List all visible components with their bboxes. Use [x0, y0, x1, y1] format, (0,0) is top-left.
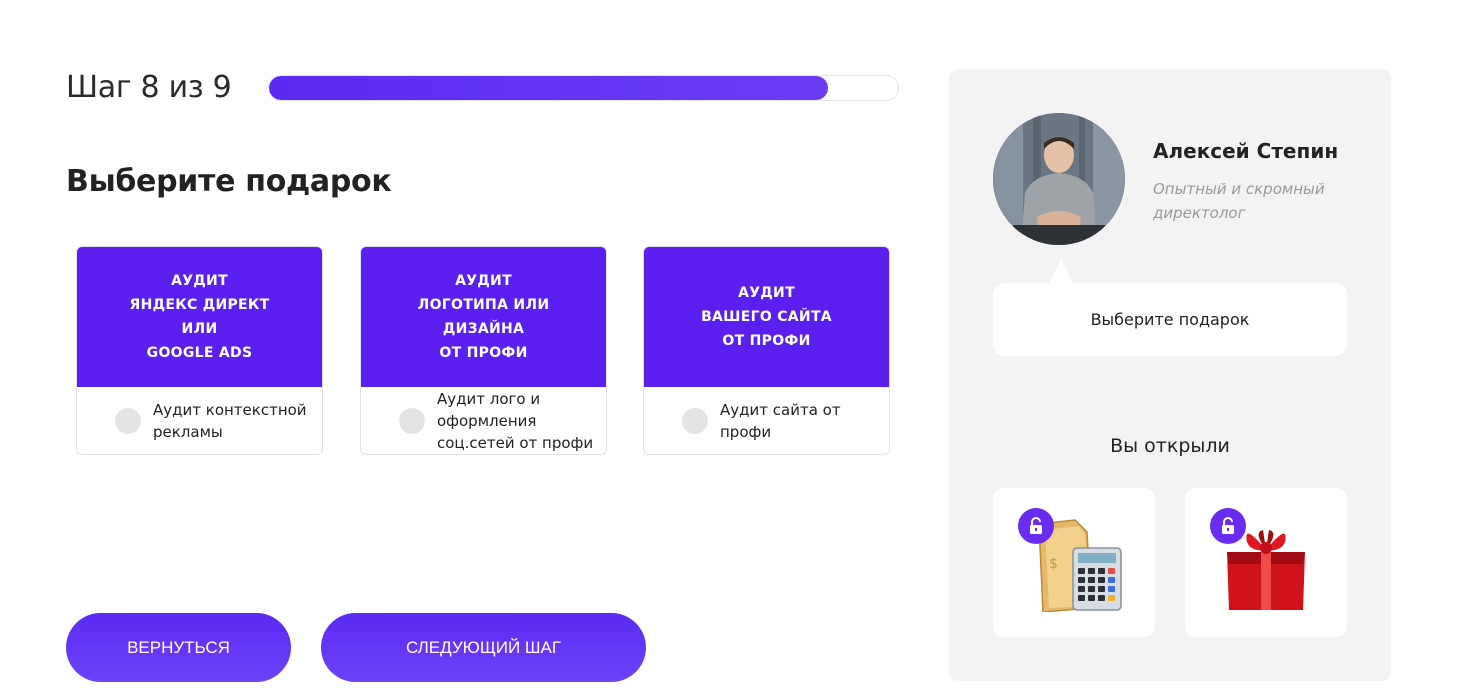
- caption-line: соц.сетей от профи: [437, 434, 594, 452]
- caption-line: оформления: [437, 412, 537, 430]
- gift-option-image: Аудит Яндекс Директ или Google Ads: [77, 247, 322, 387]
- caption-line: Аудит контекстной: [153, 401, 307, 419]
- image-text-line: Google Ads: [146, 345, 253, 361]
- gift-option-image: Аудит вашего сайта от профи: [644, 247, 889, 387]
- gift-option-context-audit[interactable]: Аудит Яндекс Директ или Google Ads Аудит…: [76, 246, 323, 455]
- expert-panel: Алексей Степин Опытный и скромный директ…: [949, 69, 1391, 681]
- unlocked-gift-2: [1185, 488, 1347, 637]
- unlock-icon: [1018, 508, 1054, 544]
- option-caption: Аудит лого и оформления соц.сетей от про…: [437, 388, 593, 454]
- gift-option-site-audit[interactable]: Аудит вашего сайта от профи Аудит сайта …: [643, 246, 890, 455]
- next-step-button[interactable]: Следующий шаг: [321, 613, 646, 682]
- back-button[interactable]: Вернуться: [66, 613, 291, 682]
- expert-name: Алексей Степин: [1153, 139, 1339, 163]
- image-text-line: дизайна: [442, 321, 525, 337]
- progress-fill: [269, 76, 828, 100]
- caption-line: профи: [720, 423, 772, 441]
- svg-text:$: $: [1049, 556, 1058, 572]
- caption-line: Аудит сайта от: [720, 401, 841, 419]
- image-text-line: Аудит: [455, 273, 512, 289]
- image-text-line: Яндекс Директ: [129, 297, 270, 313]
- unlocked-gift-1: $: [993, 488, 1155, 637]
- step-label: Шаг 8 из 9: [66, 70, 232, 105]
- option-caption: Аудит контекстной рекламы: [153, 399, 307, 443]
- image-text-line: вашего сайта: [701, 309, 832, 325]
- image-text-line: от профи: [722, 333, 811, 349]
- unlock-icon: [1210, 508, 1246, 544]
- gift-option-image: Аудит логотипа или дизайна от профи: [361, 247, 606, 387]
- page-title: Выберите подарок: [66, 164, 392, 199]
- radio-button[interactable]: [682, 408, 708, 434]
- caption-line: Аудит лого и: [437, 390, 541, 408]
- bubble-tail: [1049, 259, 1073, 283]
- image-text-line: логотипа или: [417, 297, 550, 313]
- progress-bar: [268, 75, 899, 101]
- image-text-line: или: [181, 321, 218, 337]
- gift-option-logo-audit[interactable]: Аудит логотипа или дизайна от профи Ауди…: [360, 246, 607, 455]
- unlocked-label: Вы открыли: [1110, 435, 1230, 457]
- image-text-line: Аудит: [738, 285, 795, 301]
- caption-line: рекламы: [153, 423, 223, 441]
- expert-message: Выберите подарок: [993, 283, 1347, 356]
- avatar: [993, 113, 1125, 245]
- option-caption: Аудит сайта от профи: [720, 399, 841, 443]
- radio-button[interactable]: [115, 408, 141, 434]
- radio-button[interactable]: [399, 408, 425, 434]
- image-text-line: Аудит: [171, 273, 228, 289]
- image-text-line: от профи: [439, 345, 528, 361]
- expert-description: Опытный и скромный директолог: [1153, 180, 1325, 222]
